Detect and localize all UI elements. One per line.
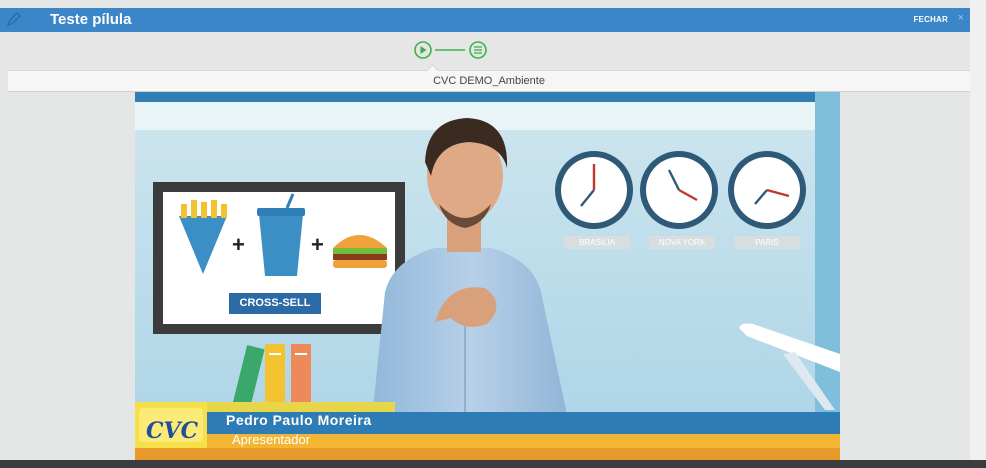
presenter-name: Pedro Paulo Moreira xyxy=(226,412,372,428)
course-name-bar: CVC DEMO_Ambiente xyxy=(8,64,970,92)
scrollbar-track[interactable] xyxy=(970,0,986,468)
close-button[interactable]: FECHAR xyxy=(913,15,948,24)
course-name: CVC DEMO_Ambiente xyxy=(433,75,545,87)
page-title: Teste pílula xyxy=(50,11,132,28)
svg-text:+: + xyxy=(232,232,245,257)
close-icon[interactable]: × xyxy=(958,12,964,24)
board-label: CROSS-SELL xyxy=(239,297,311,309)
play-step-icon[interactable] xyxy=(414,41,432,59)
cross-sell-board: + + xyxy=(153,182,405,334)
list-step-icon[interactable] xyxy=(469,41,487,59)
cvc-logo: CVC xyxy=(146,418,199,444)
bottom-bar xyxy=(0,460,986,468)
clock-label-paris: PARIS xyxy=(755,238,779,247)
presenter-role: Apresentador xyxy=(232,432,311,447)
title-bar: Teste pílula FECHAR × xyxy=(0,8,970,32)
step-navigation xyxy=(0,32,970,70)
clock-label-nova-york: NOVA YORK xyxy=(658,238,706,247)
pencil-icon[interactable] xyxy=(6,11,22,32)
svg-text:+: + xyxy=(311,232,324,257)
clock-label-brasilia: BRASILIA xyxy=(578,238,615,247)
